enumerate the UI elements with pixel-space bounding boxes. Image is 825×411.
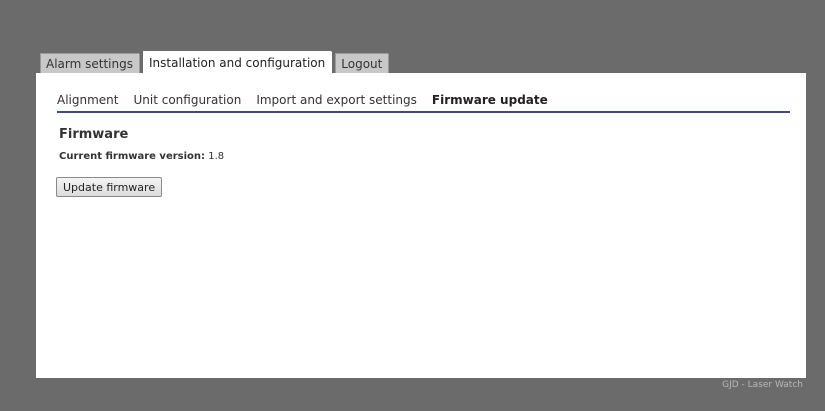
update-firmware-button[interactable]: Update firmware: [56, 177, 163, 197]
tab-alarm-settings[interactable]: Alarm settings: [40, 53, 144, 73]
firmware-version-row: Current firmware version: 1.8: [59, 151, 224, 162]
tab-logout[interactable]: Logout: [335, 53, 394, 73]
footer-brand: GJD - Laser Watch: [722, 380, 803, 390]
sub-nav: Alignment Unit configuration Import and …: [57, 93, 790, 113]
page: Alarm settings Installation and configur…: [0, 0, 825, 411]
top-tabs: Alarm settings Installation and configur…: [40, 51, 394, 73]
tab-installation-and-configuration[interactable]: Installation and configuration: [142, 51, 337, 73]
sub-nav-import-export-settings[interactable]: Import and export settings: [256, 93, 417, 107]
content-panel: Alignment Unit configuration Import and …: [36, 73, 806, 378]
sub-nav-unit-configuration[interactable]: Unit configuration: [133, 93, 241, 107]
section-title: Firmware: [59, 127, 129, 142]
firmware-version-label: Current firmware version:: [59, 151, 206, 162]
sub-nav-alignment[interactable]: Alignment: [57, 93, 118, 107]
sub-nav-firmware-update[interactable]: Firmware update: [432, 93, 548, 107]
firmware-version-value: 1.8: [208, 151, 225, 162]
